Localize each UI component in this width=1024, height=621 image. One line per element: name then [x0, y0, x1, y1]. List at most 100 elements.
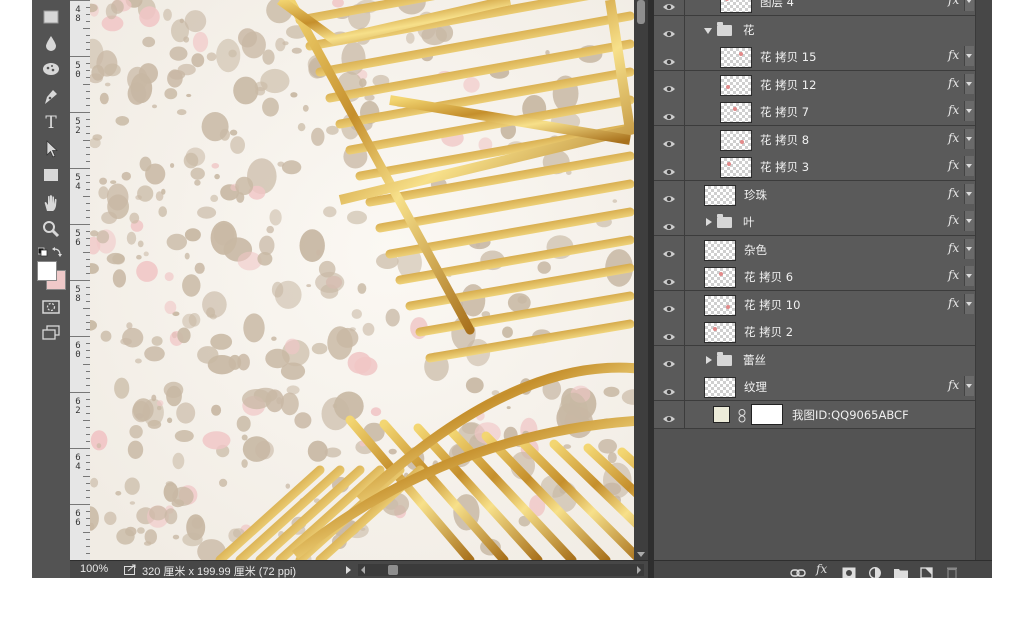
layer-name[interactable]: 花: [743, 22, 755, 38]
status-menu-arrow-icon[interactable]: [346, 566, 351, 574]
visibility-toggle[interactable]: [654, 70, 685, 98]
layer-effects-fx-icon[interactable]: fx: [948, 158, 959, 172]
layer-effects-fx-icon[interactable]: fx: [948, 131, 959, 145]
marquee-tool-icon[interactable]: [39, 6, 63, 28]
expand-down-icon[interactable]: [704, 27, 712, 34]
layer-row[interactable]: 叶 fx: [654, 208, 975, 236]
screen-mode-icon[interactable]: [39, 322, 63, 344]
layer-name[interactable]: 花 拷贝 3: [760, 159, 809, 175]
scroll-left-arrow-icon[interactable]: [361, 566, 365, 574]
new-group-icon[interactable]: [894, 564, 908, 578]
effects-expand-arrow-icon[interactable]: [964, 46, 974, 66]
layer-name[interactable]: 我图ID:QQ9065ABCF: [792, 407, 909, 423]
eye-icon[interactable]: [662, 189, 676, 208]
scroll-thumb[interactable]: [388, 565, 398, 575]
chain-link-icon[interactable]: [738, 408, 746, 427]
effects-expand-arrow-icon[interactable]: [964, 238, 974, 259]
eye-icon[interactable]: [662, 354, 676, 373]
scroll-down-arrow-icon[interactable]: [637, 552, 645, 557]
effects-expand-arrow-icon[interactable]: [964, 183, 974, 204]
adjustment-layer-icon[interactable]: [868, 564, 882, 578]
type-icon[interactable]: T: [39, 112, 63, 134]
layer-row[interactable]: 花 拷贝 8 fx: [654, 125, 975, 154]
eye-icon[interactable]: [662, 409, 676, 428]
visibility-toggle[interactable]: [654, 290, 685, 318]
layer-effects-fx-icon[interactable]: fx: [948, 378, 959, 392]
sponge-icon[interactable]: [39, 58, 63, 80]
drop-icon[interactable]: [39, 32, 63, 54]
visibility-toggle[interactable]: [654, 15, 685, 43]
effects-expand-arrow-icon[interactable]: [964, 211, 974, 231]
layer-row[interactable]: 花 拷贝 7 fx: [654, 98, 975, 126]
layer-name[interactable]: 花 拷贝 8: [760, 132, 809, 148]
layer-name[interactable]: 花 拷贝 7: [760, 104, 809, 120]
layer-name[interactable]: 杂色: [744, 242, 767, 258]
visibility-toggle[interactable]: [654, 98, 685, 125]
document-canvas[interactable]: [90, 0, 634, 560]
layer-name[interactable]: 叶: [743, 214, 755, 230]
visibility-toggle[interactable]: [654, 318, 685, 345]
layer-effects-fx-icon[interactable]: fx: [948, 268, 959, 282]
eye-icon[interactable]: [662, 107, 676, 126]
layer-row[interactable]: 纹理 fx: [654, 373, 975, 401]
visibility-toggle[interactable]: [654, 235, 685, 263]
eye-icon[interactable]: [662, 382, 676, 401]
layer-row[interactable]: 图层 4 fx: [654, 0, 975, 16]
layer-row[interactable]: 蕾丝: [654, 345, 975, 374]
layer-effects-fx-icon[interactable]: fx: [948, 76, 959, 90]
layer-effects-fx-icon[interactable]: fx: [948, 296, 959, 310]
layer-effects-fx-icon[interactable]: fx: [948, 186, 959, 200]
layer-row[interactable]: 花 拷贝 15 fx: [654, 43, 975, 71]
arrow-cursor-icon[interactable]: [39, 138, 63, 160]
layer-row[interactable]: 杂色 fx: [654, 235, 975, 264]
eye-icon[interactable]: [662, 327, 676, 346]
hand-icon[interactable]: [39, 192, 63, 214]
visibility-toggle[interactable]: [654, 180, 685, 208]
visibility-toggle[interactable]: [654, 263, 685, 290]
eye-icon[interactable]: [662, 299, 676, 318]
expand-right-icon[interactable]: [706, 355, 712, 364]
effects-expand-arrow-icon[interactable]: [964, 376, 974, 396]
layer-row[interactable]: 花 拷贝 3 fx: [654, 153, 975, 181]
link-layers-icon[interactable]: [790, 564, 806, 578]
effects-expand-arrow-icon[interactable]: [964, 0, 974, 11]
scroll-thumb[interactable]: [637, 0, 645, 24]
foreground-color-swatch[interactable]: [37, 261, 57, 281]
layer-name[interactable]: 花 拷贝 15: [760, 49, 816, 65]
layer-effects-fx-icon[interactable]: fx: [948, 213, 959, 227]
expand-right-icon[interactable]: [706, 218, 712, 226]
layer-row[interactable]: 花 拷贝 6 fx: [654, 263, 975, 291]
canvas-vertical-scrollbar[interactable]: [634, 0, 648, 560]
pen-icon[interactable]: [39, 86, 63, 108]
visibility-toggle[interactable]: [654, 43, 685, 70]
layer-effects-fx-icon[interactable]: fx: [948, 241, 959, 255]
layer-effects-fx-icon[interactable]: fx: [948, 48, 959, 62]
layer-row[interactable]: 花 拷贝 10 fx: [654, 290, 975, 319]
visibility-toggle[interactable]: [654, 208, 685, 235]
layer-name[interactable]: 花 拷贝 6: [744, 269, 793, 285]
eye-icon[interactable]: [662, 162, 676, 181]
layer-name[interactable]: 花 拷贝 12: [760, 77, 816, 93]
layer-name[interactable]: 花 拷贝 10: [744, 297, 800, 313]
layer-effects-fx-icon[interactable]: fx: [948, 0, 959, 7]
eye-icon[interactable]: [662, 24, 676, 43]
layer-row[interactable]: 花: [654, 15, 975, 44]
layers-scrollbar[interactable]: [975, 0, 992, 560]
layer-name[interactable]: 图层 4: [760, 0, 794, 10]
zoom-level[interactable]: 100%: [80, 563, 108, 575]
visibility-toggle[interactable]: [654, 345, 685, 373]
quick-mask-icon[interactable]: [39, 296, 63, 318]
visibility-toggle[interactable]: [654, 153, 685, 180]
layer-mask-icon[interactable]: [842, 564, 856, 578]
export-icon[interactable]: [124, 564, 137, 578]
layer-name[interactable]: 纹理: [744, 379, 767, 395]
default-colors-icon[interactable]: [37, 243, 64, 262]
fx-icon[interactable]: fx: [816, 562, 827, 576]
visibility-toggle[interactable]: [654, 400, 685, 428]
eye-icon[interactable]: [662, 79, 676, 98]
new-layer-icon[interactable]: [920, 564, 934, 578]
effects-expand-arrow-icon[interactable]: [964, 293, 974, 314]
layer-row[interactable]: 珍珠 fx: [654, 180, 975, 209]
effects-expand-arrow-icon[interactable]: [964, 266, 974, 286]
rectangle-shape-icon[interactable]: [39, 164, 63, 186]
